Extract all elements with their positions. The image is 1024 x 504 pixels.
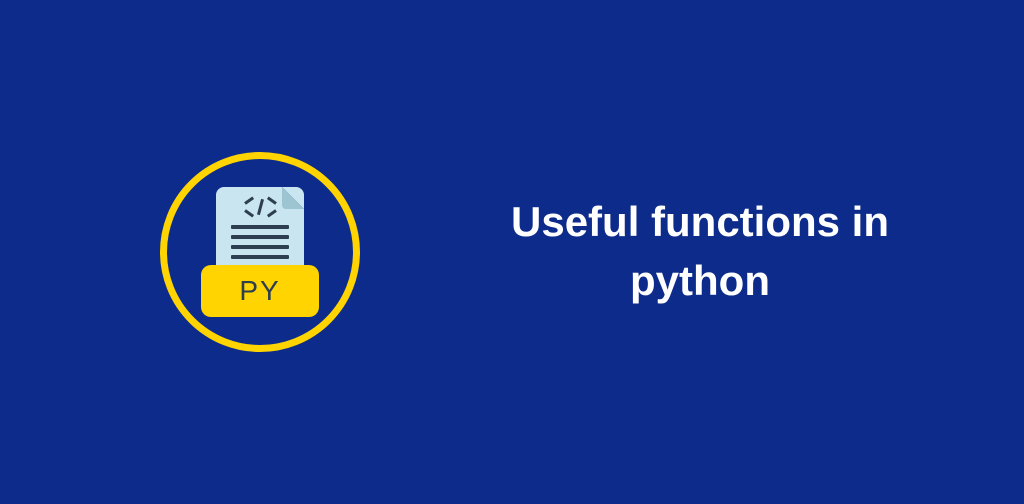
file-line <box>231 235 289 239</box>
code-brackets-icon <box>245 199 276 215</box>
page-title: Useful functions in python <box>450 193 950 311</box>
angle-right-icon <box>266 200 276 214</box>
angle-left-icon <box>245 200 255 214</box>
icon-circle: PY <box>160 152 360 352</box>
file-text-lines <box>231 225 289 259</box>
py-file-label: PY <box>201 265 319 317</box>
slash-icon <box>256 199 263 215</box>
python-file-icon: PY <box>201 187 319 317</box>
file-line <box>231 255 289 259</box>
file-line <box>231 245 289 249</box>
file-line <box>231 225 289 229</box>
content-wrapper: PY Useful functions in python <box>0 152 1024 352</box>
file-fold-corner <box>282 187 304 209</box>
